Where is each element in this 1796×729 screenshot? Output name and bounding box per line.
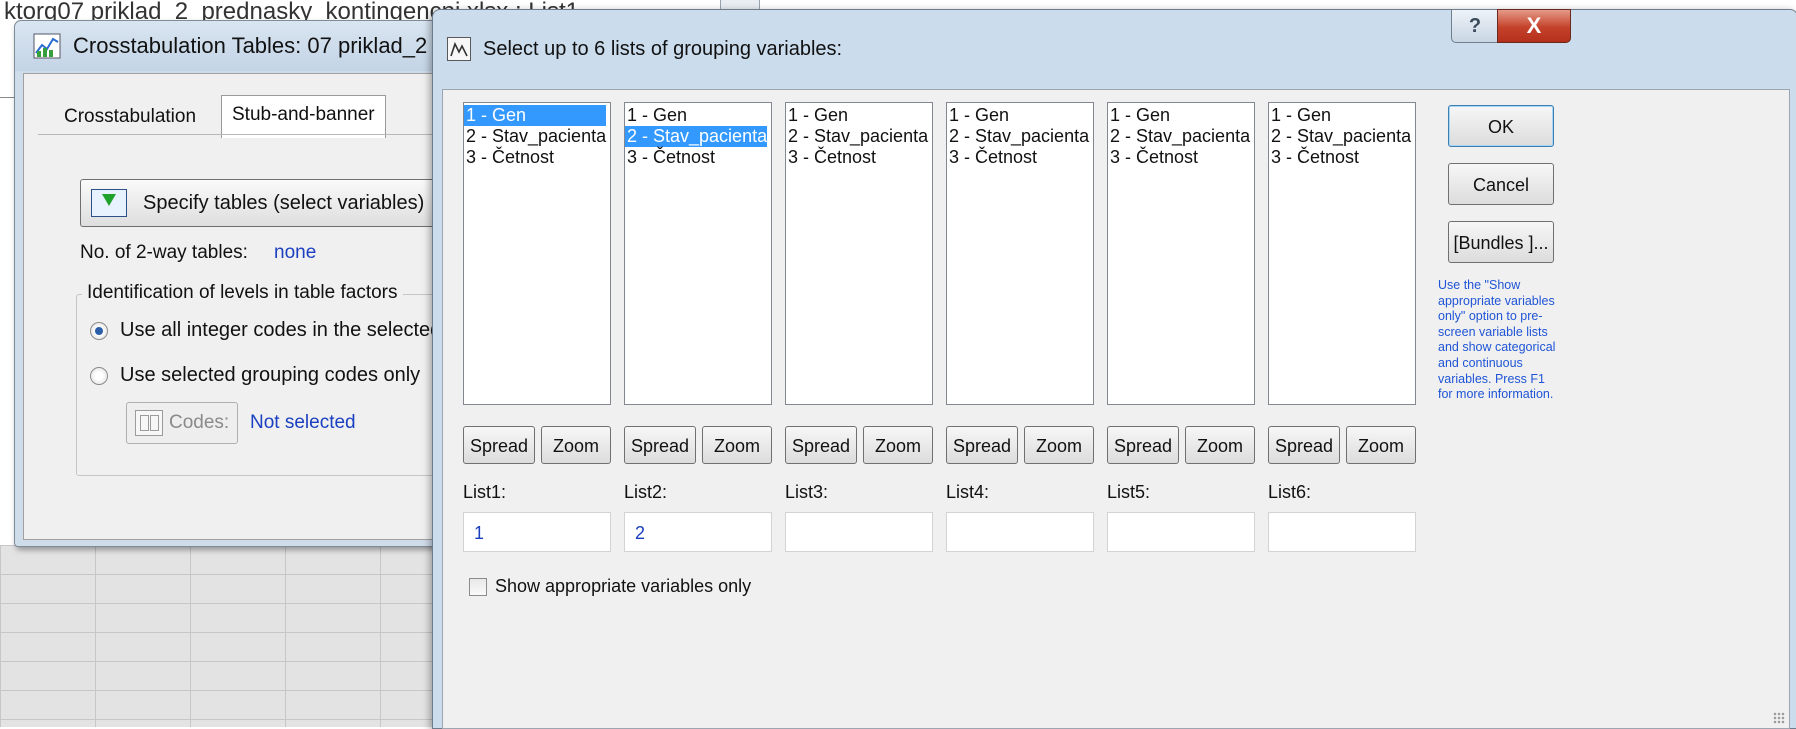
codes-value: Not selected (250, 412, 356, 433)
specify-tables-label: Specify tables (select variables) (143, 191, 425, 214)
two-way-tables-value: none (274, 242, 317, 263)
radio-selected-codes-button[interactable] (90, 366, 108, 385)
crosstab-client: Crosstabulation Stub-and-banner Specify … (23, 73, 454, 540)
show-appropriate-row[interactable]: Show appropriate variables only (469, 576, 751, 597)
variable-listbox-1[interactable]: 1 - Gen 2 - Stav_pacienta 3 - Četnost (463, 102, 611, 405)
list-input-2[interactable]: 2 (624, 512, 772, 552)
zoom-button-4[interactable]: Zoom (1024, 426, 1094, 464)
spreadsheet-grid[interactable] (0, 545, 445, 727)
spread-button-3[interactable]: Spread (785, 426, 857, 464)
variable-listbox-4[interactable]: 1 - Gen 2 - Stav_pacienta 3 - Četnost (946, 102, 1094, 405)
list-input-5[interactable] (1107, 512, 1255, 552)
two-way-tables-label: No. of 2-way tables: (80, 242, 248, 263)
list-label-4: List4: (946, 482, 990, 502)
variable-listbox-2[interactable]: 1 - Gen 2 - Stav_pacienta 3 - Četnost (624, 102, 772, 405)
radio-selected-codes[interactable]: Use selected grouping codes only (90, 364, 420, 387)
variable-listbox-6[interactable]: 1 - Gen 2 - Stav_pacienta 3 - Četnost (1268, 102, 1416, 405)
select-variables-dialog: Select up to 6 lists of grouping variabl… (432, 9, 1796, 729)
tab-crosstabulation[interactable]: Crosstabulation (54, 98, 206, 136)
variable-item[interactable]: 1 - Gen (625, 105, 771, 126)
variable-item[interactable]: 2 - Stav_pacienta (786, 126, 932, 147)
variable-item[interactable]: 1 - Gen (1269, 105, 1415, 126)
chart-icon (33, 33, 61, 59)
select-variables-icon (91, 189, 127, 217)
variable-listbox-5[interactable]: 1 - Gen 2 - Stav_pacienta 3 - Četnost (1107, 102, 1255, 405)
variable-listbox-3[interactable]: 1 - Gen 2 - Stav_pacienta 3 - Četnost (785, 102, 933, 405)
dialog-client: 1 - Gen 2 - Stav_pacienta 3 - Četnost Sprea… (442, 89, 1790, 729)
hint-text: Use the "Show appropriate variables only… (1438, 278, 1556, 402)
list-label-6: List6: (1268, 482, 1312, 502)
spread-button-5[interactable]: Spread (1107, 426, 1179, 464)
crosstab-titlebar[interactable]: Crosstabulation Tables: 07 priklad_2 (15, 21, 460, 71)
zoom-button-3[interactable]: Zoom (863, 426, 933, 464)
variable-item[interactable]: 2 - Stav_pacienta (1269, 126, 1415, 147)
list-input-1[interactable]: 1 (463, 512, 611, 552)
zoom-button-5[interactable]: Zoom (1185, 426, 1255, 464)
zoom-button-6[interactable]: Zoom (1346, 426, 1416, 464)
radio-all-codes[interactable]: Use all integer codes in the selected (90, 319, 441, 342)
codes-button-label: Codes: (169, 412, 230, 433)
zoom-button-1[interactable]: Zoom (541, 426, 611, 464)
list-label-2: List2: (624, 482, 668, 502)
variable-item[interactable]: 3 - Četnost (464, 147, 610, 168)
zoom-button-2[interactable]: Zoom (702, 426, 772, 464)
list-label-1: List1: (463, 482, 507, 502)
spread-button-6[interactable]: Spread (1268, 426, 1340, 464)
ok-button[interactable]: OK (1448, 105, 1554, 147)
bundles-button[interactable]: [Bundles ]... (1448, 221, 1554, 263)
crosstab-title: Crosstabulation Tables: 07 priklad_2 (73, 33, 428, 58)
resize-grip[interactable] (1773, 712, 1785, 724)
spread-button-1[interactable]: Spread (463, 426, 535, 464)
variable-item[interactable]: 3 - Četnost (786, 147, 932, 168)
radio-all-codes-button[interactable] (90, 321, 108, 340)
variable-item[interactable]: 3 - Četnost (947, 147, 1093, 168)
dialog-titlebar[interactable]: Select up to 6 lists of grouping variabl… (433, 9, 1796, 88)
spread-button-2[interactable]: Spread (624, 426, 696, 464)
codes-button[interactable]: Codes: (126, 402, 238, 444)
list-label-5: List5: (1107, 482, 1151, 502)
list-input-4[interactable] (946, 512, 1094, 552)
codes-icon (135, 410, 163, 436)
variable-item[interactable]: 2 - Stav_pacienta (625, 126, 767, 147)
specify-tables-button[interactable]: Specify tables (select variables) (80, 179, 437, 227)
crosstab-window: Crosstabulation Tables: 07 priklad_2 Cro… (14, 20, 461, 547)
variable-item[interactable]: 1 - Gen (1108, 105, 1254, 126)
cancel-button[interactable]: Cancel (1448, 163, 1554, 205)
variable-item[interactable]: 1 - Gen (947, 105, 1093, 126)
variable-item[interactable]: 2 - Stav_pacienta (947, 126, 1093, 147)
dialog-title: Select up to 6 lists of grouping variabl… (483, 38, 843, 60)
radio-all-codes-label: Use all integer codes in the selected (120, 319, 442, 341)
help-button[interactable]: ? (1451, 9, 1499, 43)
statistica-icon (447, 37, 471, 61)
show-appropriate-label: Show appropriate variables only (495, 576, 752, 596)
levels-groupbox-title: Identification of levels in table factor… (82, 282, 403, 304)
variable-item[interactable]: 1 - Gen (464, 105, 606, 126)
list-input-3[interactable] (785, 512, 933, 552)
variable-item[interactable]: 3 - Četnost (625, 147, 771, 168)
variable-item[interactable]: 1 - Gen (786, 105, 932, 126)
list-label-3: List3: (785, 482, 829, 502)
variable-item[interactable]: 2 - Stav_pacienta (464, 126, 610, 147)
spread-button-4[interactable]: Spread (946, 426, 1018, 464)
radio-selected-codes-label: Use selected grouping codes only (120, 364, 421, 386)
variable-item[interactable]: 3 - Četnost (1108, 147, 1254, 168)
tab-stub-and-banner[interactable]: Stub-and-banner (221, 95, 386, 138)
close-button[interactable]: X (1497, 9, 1571, 43)
show-appropriate-checkbox[interactable] (469, 577, 487, 596)
variable-item[interactable]: 2 - Stav_pacienta (1108, 126, 1254, 147)
list-input-6[interactable] (1268, 512, 1416, 552)
variable-item[interactable]: 3 - Četnost (1269, 147, 1415, 168)
